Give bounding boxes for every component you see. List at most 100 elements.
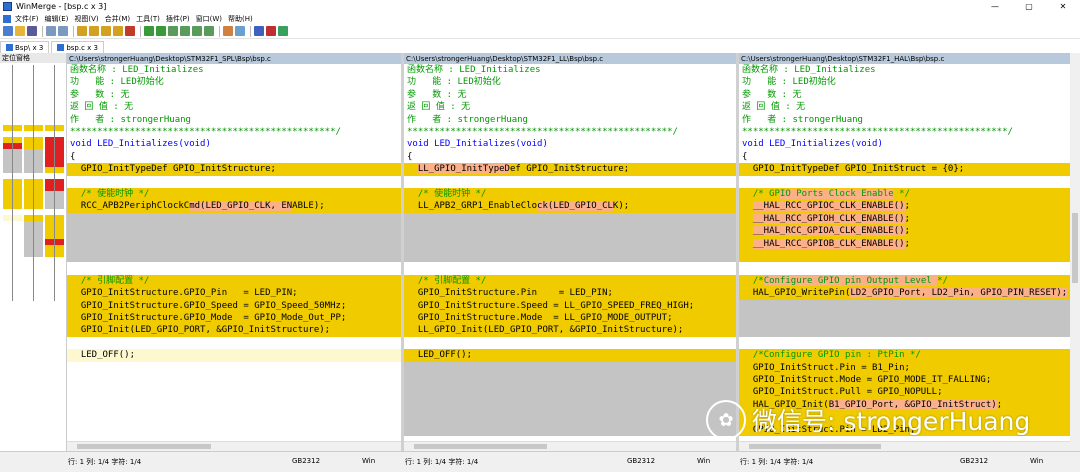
code-line[interactable] — [67, 237, 401, 250]
code-line[interactable] — [67, 361, 401, 374]
code-line[interactable]: LED_OFF(); — [404, 349, 736, 362]
code-line[interactable]: __HAL_RCC_GPIOA_CLK_ENABLE(); — [739, 225, 1070, 238]
code-line[interactable] — [67, 336, 401, 350]
code-line[interactable] — [67, 262, 401, 275]
code-line[interactable]: GPIO_InitStructure.Mode = LL_GPIO_MODE_O… — [404, 312, 736, 325]
copy-right-advance-icon[interactable] — [168, 26, 178, 36]
code-line[interactable]: /* GPIO Ports Clock Enable */ — [739, 188, 1070, 201]
refresh-icon[interactable] — [235, 26, 245, 36]
code-line[interactable]: __HAL_RCC_GPIOC_CLK_ENABLE(); — [739, 200, 1070, 213]
scroll-thumb[interactable] — [414, 444, 547, 449]
code-line[interactable]: GPIO_InitStructure.GPIO_Mode = GPIO_Mode… — [67, 312, 401, 325]
code-line[interactable]: ****************************************… — [67, 126, 401, 138]
right-horizontal-scrollbar[interactable] — [739, 441, 1070, 451]
code-line[interactable] — [739, 250, 1070, 263]
code-line[interactable]: 函数名称 : LED_Initializes — [739, 64, 1070, 76]
code-line[interactable]: 返 回 值 : 无 — [739, 101, 1070, 113]
code-line[interactable]: 作 者 : strongerHuang — [739, 114, 1070, 126]
code-line[interactable]: /* 引脚配置 */ — [67, 274, 401, 288]
code-line[interactable] — [67, 212, 401, 226]
last-diff-icon[interactable] — [113, 26, 123, 36]
code-line[interactable]: LL_APB2_GRP1_EnableClock(LED_GPIO_CLK); — [404, 200, 736, 213]
code-line[interactable]: void LED_Initializes(void) — [404, 138, 736, 150]
code-line[interactable] — [67, 250, 401, 263]
new-icon[interactable] — [3, 26, 13, 36]
minimize-button[interactable]: — — [978, 0, 1012, 13]
code-line[interactable]: { — [404, 151, 736, 163]
compare-icon[interactable] — [254, 26, 264, 36]
left-file-pane[interactable]: C:\Users\strongerHuang\Desktop\STM32F1_S… — [67, 53, 401, 451]
code-line[interactable]: { — [67, 151, 401, 163]
code-line[interactable]: /* 引脚配置 */ — [404, 274, 736, 288]
copy-left-icon[interactable] — [156, 26, 166, 36]
scroll-thumb[interactable] — [749, 444, 882, 449]
code-line[interactable]: GPIO_InitStruct.Pin = B1_Pin; — [739, 361, 1070, 374]
location-map[interactable] — [3, 65, 64, 301]
code-line[interactable]: 参 数 : 无 — [739, 89, 1070, 101]
code-line[interactable]: /* 使能时钟 */ — [404, 188, 736, 201]
code-line[interactable]: GPIO_InitStructure.GPIO_Speed = GPIO_Spe… — [67, 299, 401, 312]
code-line[interactable]: 功 能 : LED初始化 — [67, 76, 401, 88]
code-line[interactable]: GPIO_InitStruct.Pull = GPIO_NOPULL; — [739, 386, 1070, 399]
plugin-icon[interactable] — [278, 26, 288, 36]
menu-window[interactable]: 窗口(W) — [196, 14, 222, 24]
code-line[interactable] — [67, 398, 401, 412]
code-line[interactable] — [739, 262, 1070, 275]
copy-right-icon[interactable] — [144, 26, 154, 36]
code-line[interactable]: 返 回 值 : 无 — [67, 101, 401, 113]
code-line[interactable]: 函数名称 : LED_Initializes — [67, 64, 401, 76]
menu-help[interactable]: 帮助(H) — [228, 14, 253, 24]
save-icon[interactable] — [27, 26, 37, 36]
vertical-scrollbar[interactable] — [1070, 53, 1080, 451]
undo-icon[interactable] — [46, 26, 56, 36]
menu-plugins[interactable]: 插件(P) — [166, 14, 190, 24]
code-line[interactable] — [739, 324, 1070, 337]
menu-tools[interactable]: 工具(T) — [136, 14, 160, 24]
code-line[interactable] — [739, 175, 1070, 188]
code-line[interactable]: 参 数 : 无 — [404, 89, 736, 101]
scroll-thumb[interactable] — [77, 444, 211, 449]
right-file-pane[interactable]: C:\Users\strongerHuang\Desktop\STM32F1_H… — [739, 53, 1070, 451]
document-menu-icon[interactable] — [3, 14, 11, 23]
code-line[interactable] — [67, 411, 401, 424]
close-button[interactable]: ✕ — [1046, 0, 1080, 13]
middle-code-view[interactable]: 函数名称 : LED_Initializes 功 能 : LED初始化参 数 : … — [404, 64, 736, 441]
location-pane[interactable]: 定位窗格 — [0, 53, 67, 451]
code-line[interactable] — [404, 361, 736, 374]
code-line[interactable] — [67, 423, 401, 436]
middle-file-pane[interactable]: C:\Users\strongerHuang\Desktop\STM32F1_L… — [404, 53, 736, 451]
right-code-view[interactable]: 函数名称 : LED_Initializes 功 能 : LED初始化参 数 : … — [739, 64, 1070, 441]
code-line[interactable] — [404, 250, 736, 263]
code-line[interactable] — [67, 175, 401, 188]
code-line[interactable]: /*Configure GPIO pin : PtPin */ — [739, 349, 1070, 362]
code-line[interactable] — [404, 398, 736, 412]
code-line[interactable] — [404, 175, 736, 188]
code-line[interactable]: 作 者 : strongerHuang — [67, 114, 401, 126]
code-line[interactable]: 返 回 值 : 无 — [404, 101, 736, 113]
code-line[interactable]: GPIO_InitStructure.GPIO_Pin = LED_PIN; — [67, 287, 401, 300]
scroll-thumb[interactable] — [1072, 213, 1078, 283]
code-line[interactable] — [739, 312, 1070, 325]
left-horizontal-scrollbar[interactable] — [67, 441, 401, 451]
code-line[interactable]: 参 数 : 无 — [67, 89, 401, 101]
code-line[interactable]: GPIO_InitTypeDef GPIO_InitStructure; — [67, 163, 401, 176]
code-line[interactable]: /*Configure GPIO pin Output Level */ — [739, 274, 1070, 288]
tab-folder-compare[interactable]: Bsp\ x 3 — [0, 41, 50, 53]
code-line[interactable] — [739, 336, 1070, 350]
code-line[interactable]: GPIO_Init(LED_GPIO_PORT, &GPIO_InitStruc… — [67, 324, 401, 337]
prev-diff-icon[interactable] — [89, 26, 99, 36]
code-line[interactable]: GPIO_InitStructure.Pin = LED_PIN; — [404, 287, 736, 300]
code-line[interactable] — [404, 336, 736, 350]
middle-horizontal-scrollbar[interactable] — [404, 441, 736, 451]
code-line[interactable]: void LED_Initializes(void) — [67, 138, 401, 150]
code-line[interactable] — [404, 262, 736, 275]
code-line[interactable] — [404, 386, 736, 399]
menu-merge[interactable]: 合并(M) — [105, 14, 131, 24]
code-line[interactable] — [739, 299, 1070, 312]
code-line[interactable] — [67, 374, 401, 387]
copy-all-left-icon[interactable] — [204, 26, 214, 36]
code-line[interactable]: { — [739, 151, 1070, 163]
open-icon[interactable] — [15, 26, 25, 36]
code-line[interactable] — [67, 225, 401, 238]
code-line[interactable]: ****************************************… — [404, 126, 736, 138]
